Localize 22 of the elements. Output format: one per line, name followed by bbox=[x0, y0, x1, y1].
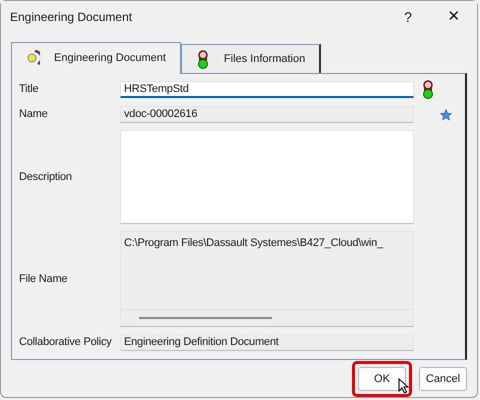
field-label: Name bbox=[18, 107, 49, 122]
star-icon bbox=[440, 108, 452, 120]
cancel-button[interactable]: Cancel bbox=[419, 367, 467, 391]
traffic-light-icon bbox=[196, 50, 210, 68]
field-label: File Name bbox=[18, 272, 68, 287]
help-button[interactable]: ? bbox=[385, 1, 431, 33]
close-button[interactable]: ✕ bbox=[431, 1, 477, 33]
tab[interactable]: Files Information bbox=[180, 44, 322, 73]
ok-button[interactable]: OK bbox=[358, 367, 406, 391]
mouse-cursor-icon bbox=[398, 378, 409, 394]
input-field[interactable]: HRSTempStd bbox=[120, 81, 414, 98]
traffic-light-icon bbox=[421, 80, 435, 99]
tab[interactable]: Engineering Document bbox=[11, 42, 181, 74]
window-title: Engineering Document bbox=[10, 9, 132, 26]
input-field[interactable]: vdoc-00002616 bbox=[120, 106, 414, 123]
field-label: Title bbox=[18, 82, 40, 98]
field-label: Collaborative Policy bbox=[18, 335, 113, 350]
input-field[interactable] bbox=[120, 130, 414, 224]
scrollbar-thumb[interactable] bbox=[139, 317, 272, 319]
input-field[interactable]: C:\Program Files\Dassault Systemes\B427_Cloud\win_ bbox=[120, 231, 414, 327]
input-field[interactable]: Engineering Definition Document bbox=[120, 334, 414, 351]
field-label: Description bbox=[18, 170, 73, 185]
